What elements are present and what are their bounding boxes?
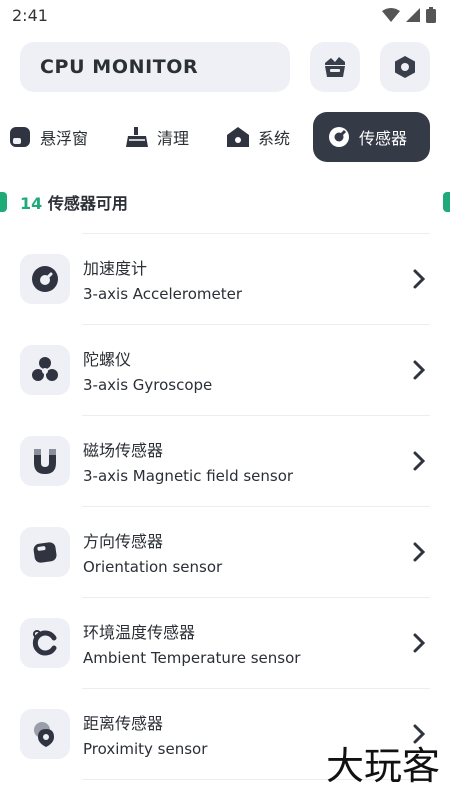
broom-icon xyxy=(325,57,345,77)
chevron-right-icon xyxy=(413,451,426,471)
sensor-row-accelerometer[interactable]: 加速度计 3-axis Accelerometer xyxy=(20,234,430,324)
sensor-count-number: 14 xyxy=(20,194,43,213)
accent-bar-left xyxy=(0,192,7,212)
tab-bar: 悬浮窗 清理 系统 传感器 xyxy=(0,112,450,162)
sensor-description: Orientation sensor xyxy=(83,558,223,576)
watermark: 大玩客 xyxy=(325,744,440,788)
sensor-description: 3-axis Accelerometer xyxy=(83,285,243,303)
sensor-row-gyroscope[interactable]: 陀螺仪 3-axis Gyroscope xyxy=(20,325,430,415)
signal-icon xyxy=(406,8,420,22)
wifi-icon xyxy=(382,8,400,22)
sensor-icon xyxy=(327,125,351,149)
settings-button[interactable] xyxy=(380,42,430,92)
floating-window-icon xyxy=(8,125,32,149)
tab-label: 悬浮窗 xyxy=(40,129,89,148)
sensor-name: 磁场传感器 xyxy=(83,441,164,460)
sensor-count: 14 传感器可用 xyxy=(20,190,128,214)
sensor-description: Ambient Temperature sensor xyxy=(83,649,301,667)
sensor-name: 距离传感器 xyxy=(83,714,164,733)
tab-sensors[interactable]: 传感器 xyxy=(313,112,430,162)
settings-hex-icon xyxy=(395,56,415,78)
sensor-row-magnetic[interactable]: 磁场传感器 3-axis Magnetic field sensor xyxy=(20,416,430,506)
chevron-right-icon xyxy=(413,269,426,289)
accelerometer-icon xyxy=(20,254,70,304)
status-icons xyxy=(382,7,436,23)
sensor-list: 加速度计 3-axis Accelerometer 陀螺仪 3-axis Gyr… xyxy=(20,233,430,780)
app-title-bar: CPU MONITOR xyxy=(20,42,290,92)
sensor-row-orientation[interactable]: 方向传感器 Orientation sensor xyxy=(20,507,430,597)
clean-button[interactable] xyxy=(310,42,360,92)
tab-label: 系统 xyxy=(258,129,291,148)
sensor-description: 3-axis Gyroscope xyxy=(83,376,213,394)
magnet-icon xyxy=(20,436,70,486)
tab-floating-window[interactable]: 悬浮窗 xyxy=(8,112,88,162)
sensor-name: 环境温度传感器 xyxy=(83,623,196,642)
status-time: 2:41 xyxy=(12,6,48,25)
chevron-right-icon xyxy=(413,633,426,653)
sensor-row-temperature[interactable]: 环境温度传感器 Ambient Temperature sensor xyxy=(20,598,430,688)
gyroscope-icon xyxy=(20,345,70,395)
app-title: CPU MONITOR xyxy=(40,56,199,78)
sensor-count-row: 14 传感器可用 xyxy=(0,188,450,216)
battery-icon xyxy=(426,7,436,23)
accent-bar-right xyxy=(443,192,450,212)
sensor-description: Proximity sensor xyxy=(83,740,208,758)
tab-label: 传感器 xyxy=(359,129,408,148)
house-icon xyxy=(226,125,250,149)
tab-label: 清理 xyxy=(157,129,190,148)
chevron-right-icon xyxy=(413,542,426,562)
sensor-name: 陀螺仪 xyxy=(83,350,132,369)
broom-icon xyxy=(125,125,149,149)
chevron-right-icon xyxy=(413,360,426,380)
sensor-count-label: 传感器可用 xyxy=(42,194,128,213)
tab-clean[interactable]: 清理 xyxy=(125,112,189,162)
sensor-name: 加速度计 xyxy=(83,259,148,278)
status-bar: 2:41 xyxy=(0,0,450,30)
orientation-icon xyxy=(20,527,70,577)
sensor-name: 方向传感器 xyxy=(83,532,164,551)
proximity-icon xyxy=(20,709,70,759)
tab-system[interactable]: 系统 xyxy=(226,112,290,162)
temperature-icon xyxy=(20,618,70,668)
sensor-description: 3-axis Magnetic field sensor xyxy=(83,467,294,485)
